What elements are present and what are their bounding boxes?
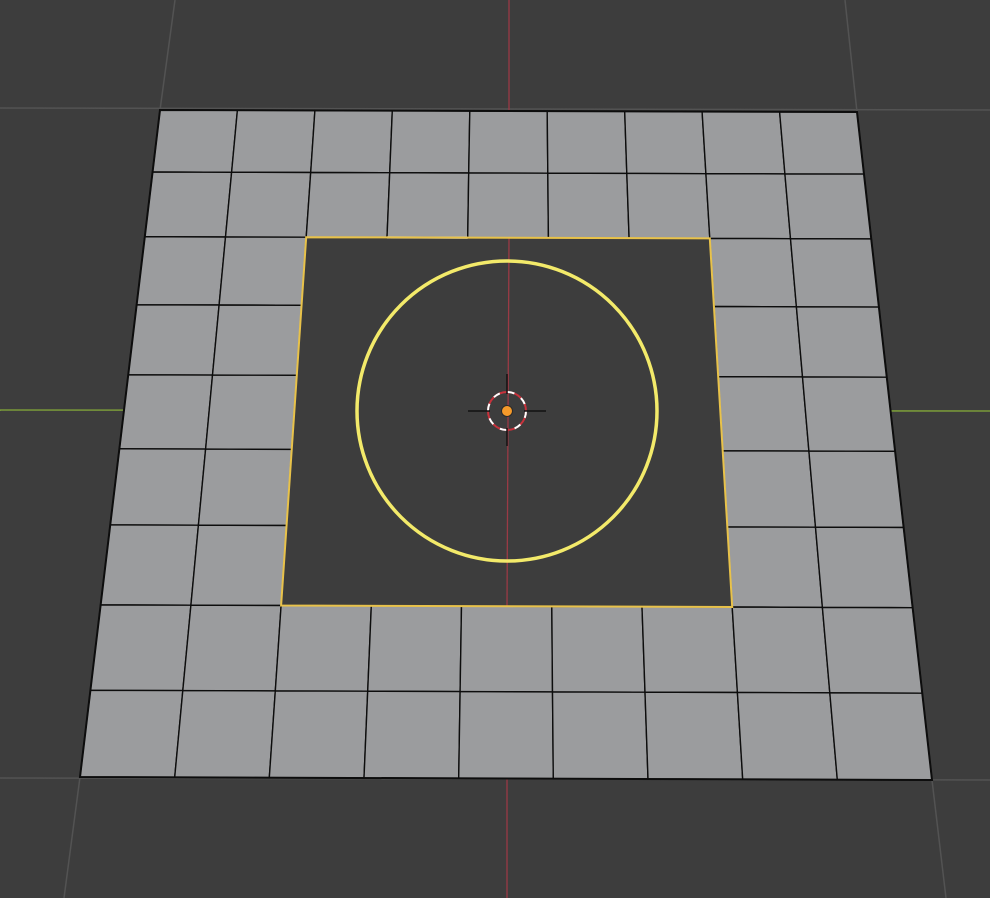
mesh-face[interactable] xyxy=(363,690,461,779)
mesh-face[interactable] xyxy=(386,171,470,239)
mesh-face[interactable] xyxy=(821,606,923,694)
mesh-face[interactable] xyxy=(731,606,831,694)
mesh-face[interactable] xyxy=(135,235,227,306)
mesh-face[interactable] xyxy=(778,111,865,175)
mesh-face[interactable] xyxy=(705,172,792,240)
mesh-face[interactable] xyxy=(644,691,744,780)
mesh-face[interactable] xyxy=(230,109,316,174)
mesh-face[interactable] xyxy=(626,172,711,240)
mesh-face[interactable] xyxy=(722,450,817,528)
mesh-face[interactable] xyxy=(310,109,393,174)
mesh-face[interactable] xyxy=(624,110,707,175)
mesh-face[interactable] xyxy=(224,171,312,238)
mesh-face[interactable] xyxy=(109,448,207,526)
mesh-face[interactable] xyxy=(789,237,880,308)
mesh-face[interactable] xyxy=(701,110,786,175)
mesh-face[interactable] xyxy=(182,604,282,692)
mesh-face[interactable] xyxy=(801,376,896,452)
mesh-face[interactable] xyxy=(204,374,298,451)
mesh-face[interactable] xyxy=(389,109,471,174)
mesh-face[interactable] xyxy=(795,306,888,378)
mesh-face[interactable] xyxy=(547,172,630,239)
mesh-face[interactable] xyxy=(784,173,872,240)
mesh-face[interactable] xyxy=(713,305,804,378)
object-origin-dot xyxy=(501,405,513,417)
mesh-face[interactable] xyxy=(814,526,914,609)
mesh-face[interactable] xyxy=(190,524,288,607)
mesh-face[interactable] xyxy=(829,692,933,781)
mesh-face[interactable] xyxy=(151,109,239,174)
mesh-face[interactable] xyxy=(197,448,293,527)
mesh-face[interactable] xyxy=(367,605,463,693)
3d-viewport[interactable] xyxy=(0,0,990,898)
mesh-face[interactable] xyxy=(118,374,214,450)
mesh-face[interactable] xyxy=(551,691,649,780)
mesh-face[interactable] xyxy=(79,689,184,778)
mesh-face[interactable] xyxy=(468,110,549,174)
mesh-face[interactable] xyxy=(551,605,646,693)
mesh-face[interactable] xyxy=(211,304,303,376)
mesh-face[interactable] xyxy=(736,691,838,781)
mesh-face[interactable] xyxy=(268,690,369,779)
mesh-face[interactable] xyxy=(89,604,192,692)
mesh-face[interactable] xyxy=(467,172,550,239)
mesh-face[interactable] xyxy=(808,450,905,529)
mesh-face[interactable] xyxy=(144,171,233,238)
mesh-face[interactable] xyxy=(173,689,276,779)
mesh-face[interactable] xyxy=(459,605,554,693)
mesh-face[interactable] xyxy=(99,524,200,606)
mesh-face[interactable] xyxy=(218,236,307,306)
viewport-canvas[interactable] xyxy=(0,0,990,898)
mesh-face[interactable] xyxy=(709,237,798,308)
mesh-face[interactable] xyxy=(305,171,391,239)
mesh-face[interactable] xyxy=(274,604,372,692)
mesh-face[interactable] xyxy=(546,110,628,175)
mesh-face[interactable] xyxy=(458,690,554,780)
mesh-face[interactable] xyxy=(127,304,220,376)
mesh-face[interactable] xyxy=(641,606,739,694)
mesh-face[interactable] xyxy=(717,376,810,452)
mesh-face[interactable] xyxy=(726,526,824,609)
